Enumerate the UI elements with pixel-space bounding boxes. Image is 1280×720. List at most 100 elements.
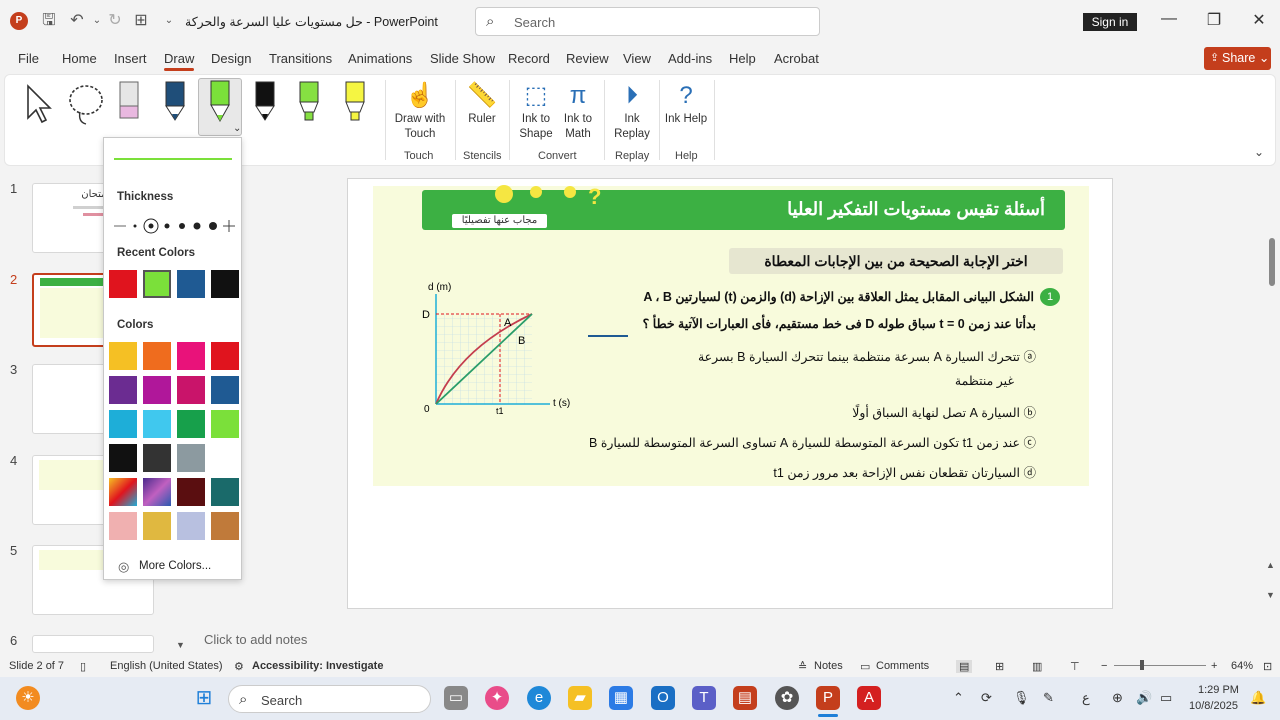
draw-with-touch-button[interactable]: ☝ Draw with Touch (392, 80, 448, 142)
show-hidden-icons[interactable]: ⌃ (953, 690, 964, 706)
color-swatch[interactable] (177, 376, 205, 404)
slideshow-view-icon[interactable]: ⊤ (1070, 660, 1080, 673)
save-icon[interactable]: 🖫 (40, 12, 58, 30)
color-swatch[interactable] (143, 444, 171, 472)
highlighter-green[interactable] (292, 80, 328, 130)
pen-black[interactable] (248, 80, 284, 130)
task-view-icon[interactable]: ▭ (444, 686, 468, 710)
ink-to-math-button[interactable]: π Ink to Math (556, 80, 600, 142)
tab-animations[interactable]: Animations (348, 51, 412, 66)
search-box[interactable]: ⌕ Search (475, 7, 820, 36)
app-icon[interactable]: ▤ (733, 686, 757, 710)
customize-toolbar-icon[interactable]: ⌄ (160, 12, 178, 30)
notification-bell-icon[interactable]: 🔔 (1250, 690, 1266, 706)
zoom-in-icon[interactable]: + (1211, 660, 1217, 672)
notes-button[interactable]: Notes (814, 660, 843, 672)
texture-swatch[interactable] (143, 512, 171, 540)
color-swatch[interactable] (109, 410, 137, 438)
network-icon[interactable]: ⊕ (1112, 690, 1123, 706)
tab-file[interactable]: File (18, 51, 39, 66)
undo-dropdown-icon[interactable]: ⌄ (88, 12, 106, 30)
comments-button[interactable]: Comments (876, 660, 929, 672)
select-tool[interactable] (20, 80, 56, 130)
recent-color-swatch[interactable] (143, 270, 171, 298)
texture-swatch[interactable] (109, 478, 137, 506)
windows-start-icon[interactable]: ⊞ (192, 686, 216, 710)
texture-swatch[interactable] (177, 512, 205, 540)
ink-replay-button[interactable]: ⏵ Ink Replay (608, 80, 656, 142)
texture-swatch[interactable] (177, 478, 205, 506)
close-icon[interactable]: ✕ (1244, 10, 1274, 32)
minimize-icon[interactable]: — (1154, 10, 1184, 32)
color-swatch[interactable] (109, 342, 137, 370)
tab-record[interactable]: Record (508, 51, 550, 66)
clock-date[interactable]: 10/8/2025 (1189, 700, 1238, 712)
accessibility-status[interactable]: Accessibility: Investigate (252, 660, 383, 672)
eraser-tool[interactable] (112, 80, 148, 130)
more-colors-link[interactable]: More Colors... (139, 560, 211, 572)
pen-green-selected[interactable]: ⌄ (198, 78, 242, 136)
tab-insert[interactable]: Insert (114, 51, 147, 66)
taskbar-search[interactable]: ⌕ Search (228, 685, 431, 713)
tab-add-ins[interactable]: Add-ins (668, 51, 712, 66)
volume-icon[interactable]: 🔊 (1136, 690, 1152, 706)
input-language[interactable]: ع (1082, 690, 1090, 706)
color-swatch[interactable] (211, 410, 239, 438)
pen-navy[interactable] (158, 80, 194, 130)
undo-icon[interactable]: ↶ (68, 12, 86, 30)
scroll-up-icon[interactable]: ▲ (1266, 560, 1275, 570)
tab-design[interactable]: Design (211, 51, 251, 66)
restore-icon[interactable]: ❐ (1199, 10, 1229, 32)
clock-time[interactable]: 1:29 PM (1198, 684, 1239, 696)
outlook-icon[interactable]: O (651, 686, 675, 710)
zoom-slider-thumb[interactable] (1140, 660, 1144, 670)
texture-swatch[interactable] (211, 478, 239, 506)
texture-swatch[interactable] (143, 478, 171, 506)
copilot-icon[interactable]: ✦ (485, 686, 509, 710)
language-status[interactable]: English (United States) (110, 660, 223, 672)
color-swatch[interactable] (143, 342, 171, 370)
fit-to-window-icon[interactable]: ⊡ (1263, 660, 1272, 673)
acrobat-icon[interactable]: A (857, 686, 881, 710)
scroll-down-icon[interactable]: ▼ (1266, 590, 1275, 600)
tab-view[interactable]: View (623, 51, 651, 66)
microphone-icon[interactable]: 🎙 (1013, 690, 1030, 706)
slide-sorter-icon[interactable]: ⊞ (995, 660, 1004, 673)
sign-in-button[interactable]: Sign in (1083, 13, 1137, 31)
powerpoint-taskbar-icon[interactable]: P (816, 686, 840, 710)
color-swatch[interactable] (211, 444, 239, 472)
collapse-ribbon-icon[interactable]: ⌄ (1254, 145, 1264, 159)
present-icon[interactable]: ⊞ (132, 12, 150, 30)
color-swatch[interactable] (143, 410, 171, 438)
spelling-icon[interactable]: ▯ (80, 660, 86, 673)
tab-acrobat[interactable]: Acrobat (774, 51, 819, 66)
recent-color-swatch[interactable] (109, 270, 137, 298)
zoom-slider[interactable] (1114, 665, 1206, 666)
color-swatch[interactable] (177, 410, 205, 438)
ruler-button[interactable]: 📏 Ruler (456, 80, 508, 127)
recent-color-swatch[interactable] (177, 270, 205, 298)
tab-help[interactable]: Help (729, 51, 756, 66)
color-swatch[interactable] (211, 342, 239, 370)
color-swatch[interactable] (143, 376, 171, 404)
redo-icon[interactable]: ↻ (106, 12, 124, 30)
thumbnail-slide-6[interactable] (32, 635, 154, 653)
notes-pane[interactable] (195, 627, 1267, 651)
color-swatch[interactable] (109, 376, 137, 404)
texture-swatch[interactable] (109, 512, 137, 540)
notes-placeholder[interactable]: Click to add notes (204, 632, 307, 647)
lasso-tool[interactable] (66, 80, 103, 130)
scroll-down-icon[interactable]: ▼ (176, 640, 185, 650)
ink-to-shape-button[interactable]: ⬚ Ink to Shape (514, 80, 558, 142)
color-swatch[interactable] (177, 342, 205, 370)
teams-icon[interactable]: T (692, 686, 716, 710)
file-explorer-icon[interactable]: ▰ (568, 686, 592, 710)
store-icon[interactable]: ▦ (609, 686, 633, 710)
highlighter-yellow[interactable] (338, 80, 374, 130)
color-swatch[interactable] (177, 444, 205, 472)
color-swatch[interactable] (109, 444, 137, 472)
edge-icon[interactable]: e (527, 686, 551, 710)
tab-transitions[interactable]: Transitions (269, 51, 332, 66)
ink-help-button[interactable]: ? Ink Help (662, 80, 710, 127)
tab-draw[interactable]: Draw (164, 51, 194, 66)
